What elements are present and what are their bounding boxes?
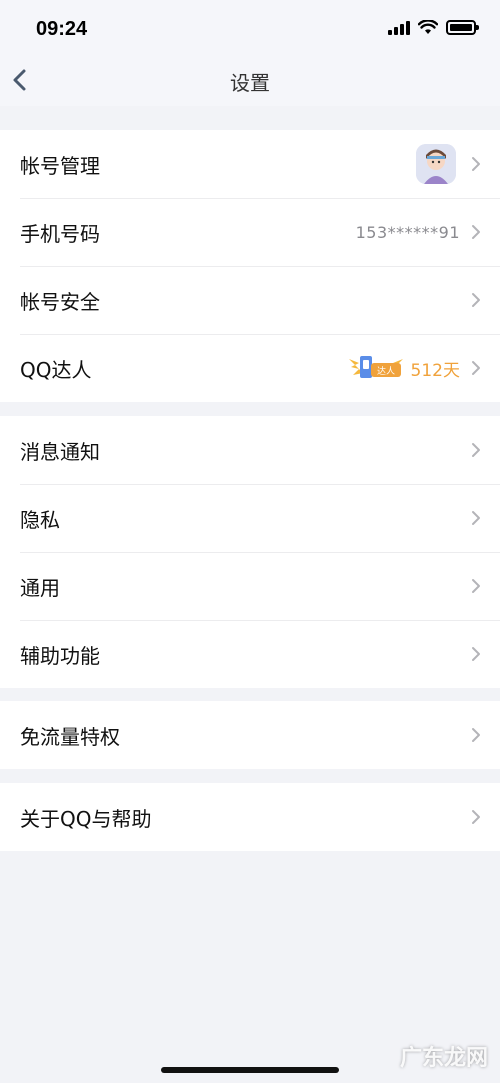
row-account-security[interactable]: 帐号安全: [0, 266, 500, 334]
status-icons: [388, 20, 479, 35]
chevron-right-icon: [472, 728, 480, 742]
row-label: 帐号管理: [20, 153, 100, 178]
cellular-signal-icon: [388, 20, 410, 35]
chevron-right-icon: [472, 579, 480, 593]
row-label: 免流量特权: [20, 724, 120, 749]
row-qq-expert[interactable]: QQ达人 达人 512天: [0, 334, 500, 402]
row-account-management[interactable]: 帐号管理: [0, 130, 500, 198]
page-title: 设置: [230, 71, 270, 95]
watermark: 广东龙网: [399, 1046, 488, 1071]
qq-expert-badge-text: 达人: [377, 365, 395, 377]
row-data-free-privilege[interactable]: 免流量特权: [0, 701, 500, 769]
status-time: 09:24: [36, 18, 88, 40]
row-label: 通用: [20, 575, 60, 600]
settings-group-data-free: 免流量特权: [0, 701, 500, 769]
row-label: 消息通知: [20, 439, 100, 464]
chevron-right-icon: [472, 293, 480, 307]
settings-group-account: 帐号管理 手机号码 153******91 帐号安全 QQ达人 达人 512天: [0, 130, 500, 402]
chevron-right-icon: [472, 361, 480, 375]
chevron-right-icon: [472, 157, 480, 171]
chevron-right-icon: [472, 647, 480, 661]
settings-group-general: 消息通知 隐私 通用 辅助功能: [0, 416, 500, 688]
status-bar: 09:24: [0, 0, 500, 56]
row-label: 手机号码: [20, 221, 100, 246]
chevron-right-icon: [472, 810, 480, 824]
row-general[interactable]: 通用: [0, 552, 500, 620]
row-label: QQ达人: [20, 357, 92, 382]
settings-group-about: 关于QQ与帮助: [0, 783, 500, 851]
qq-expert-badge-icon: 达人: [348, 356, 403, 378]
row-label: 辅助功能: [20, 643, 100, 668]
row-label: 隐私: [20, 507, 60, 532]
row-about-qq-help[interactable]: 关于QQ与帮助: [0, 783, 500, 851]
phone-number-value: 153******91: [355, 222, 460, 242]
chevron-right-icon: [472, 443, 480, 457]
home-indicator[interactable]: [161, 1067, 339, 1073]
wifi-icon: [418, 20, 438, 34]
row-notifications[interactable]: 消息通知: [0, 416, 500, 484]
row-label: 关于QQ与帮助: [20, 806, 152, 831]
qq-expert-days: 512天: [410, 360, 460, 381]
row-accessibility[interactable]: 辅助功能: [0, 620, 500, 688]
row-label: 帐号安全: [20, 289, 100, 314]
row-phone-number[interactable]: 手机号码 153******91: [0, 198, 500, 266]
chevron-right-icon: [472, 225, 480, 239]
chevron-right-icon: [472, 511, 480, 525]
battery-icon: [446, 20, 479, 35]
avatar: [416, 144, 456, 184]
nav-bar: 设置: [0, 56, 500, 106]
row-privacy[interactable]: 隐私: [0, 484, 500, 552]
